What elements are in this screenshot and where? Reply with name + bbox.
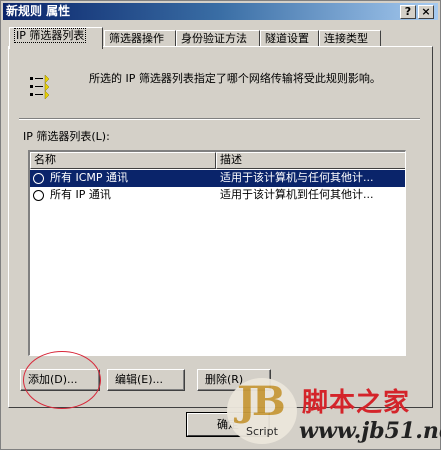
tab-label: IP 筛选器列表 — [14, 28, 87, 43]
tab-ip-filter-list[interactable]: IP 筛选器列表 — [9, 27, 103, 49]
filter-list-label: IP 筛选器列表(L): — [23, 130, 110, 143]
watermark-url: www.jb51.net — [299, 418, 441, 444]
filter-description: 适用于该计算机与任何其他计... — [220, 171, 374, 184]
filter-list-icon — [30, 74, 50, 100]
filter-name: 所有 IP 通讯 — [50, 188, 111, 201]
radio-button[interactable] — [33, 173, 44, 184]
filter-name: 所有 ICMP 通讯 — [50, 171, 129, 184]
radio-button[interactable] — [33, 190, 44, 201]
edit-button[interactable]: 编辑(E)... — [107, 369, 185, 391]
watermark-logo-caption: Script — [246, 425, 278, 438]
help-button[interactable]: ? — [400, 5, 416, 19]
filter-description: 适用于该计算机到任何其他计... — [220, 188, 374, 201]
watermark-site-name: 脚本之家 — [302, 388, 411, 418]
properties-dialog: 新规则 属性 ? × IP 筛选器列表 筛选器操作 身份验证方法 隧道设置 连接… — [0, 0, 441, 450]
column-header-name[interactable]: 名称 — [30, 152, 216, 169]
list-item[interactable]: 所有 ICMP 通讯 适用于该计算机与任何其他计... — [30, 170, 405, 187]
annotation-circle — [23, 351, 101, 409]
list-item[interactable]: 所有 IP 通讯 适用于该计算机到任何其他计... — [30, 187, 405, 204]
watermark-logo: JB Script — [227, 378, 297, 444]
separator — [19, 118, 420, 120]
rule-description: 所选的 IP 筛选器列表指定了哪个网络传输将受此规则影响。 — [89, 72, 381, 85]
watermark-logo-letters: JB — [237, 378, 286, 425]
column-header-description[interactable]: 描述 — [216, 152, 405, 169]
close-button[interactable]: × — [418, 5, 434, 19]
window-title: 新规则 属性 — [6, 4, 71, 18]
filter-listview[interactable]: 名称 描述 所有 ICMP 通讯 适用于该计算机与任何其他计... 所有 IP … — [28, 150, 406, 356]
list-header: 名称 描述 — [30, 152, 405, 169]
title-bar[interactable]: 新规则 属性 ? × — [3, 3, 438, 20]
